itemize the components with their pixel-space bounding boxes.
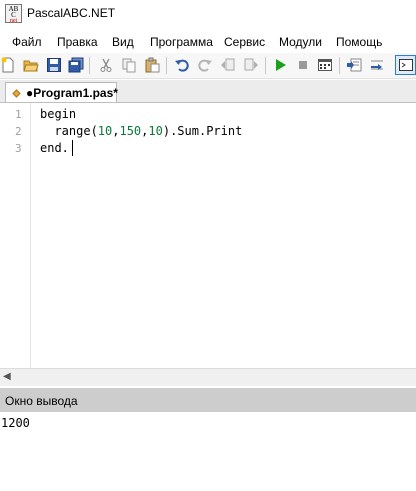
copy-icon[interactable] — [121, 57, 137, 73]
horizontal-scrollbar[interactable]: ◀ — [0, 368, 416, 386]
tab-label: ●Program1.pas* — [26, 86, 118, 100]
navigate-forward-icon[interactable] — [243, 57, 259, 73]
toolbar-separator — [265, 57, 266, 74]
output-panel[interactable]: 1200 — [0, 412, 416, 491]
pascal-app-icon: AB C net — [5, 4, 22, 24]
cut-icon[interactable] — [98, 57, 114, 73]
menu-program[interactable]: Программа — [150, 35, 213, 49]
scroll-left-arrow-icon[interactable]: ◀ — [3, 371, 11, 382]
compile-icon[interactable] — [317, 57, 333, 73]
code-editor[interactable]: 1 2 3 begin range(10,150,10).Sum.Print e… — [0, 103, 416, 368]
new-file-icon[interactable] — [0, 57, 16, 73]
number-literal: 10 — [148, 124, 163, 138]
undo-icon[interactable] — [174, 57, 190, 73]
step-in-icon[interactable] — [346, 57, 362, 73]
code-line-2: range(10,150,10).Sum.Print — [40, 124, 243, 138]
toolbar-separator — [339, 57, 340, 74]
modified-indicator-icon — [12, 89, 21, 98]
run-icon[interactable] — [272, 57, 288, 73]
paste-icon[interactable] — [144, 57, 160, 73]
menu-edit[interactable]: Правка — [57, 35, 98, 49]
save-all-icon[interactable] — [68, 57, 84, 73]
open-icon[interactable] — [23, 57, 39, 73]
menu-file[interactable]: Файл — [12, 35, 42, 49]
output-panel-header: Окно вывода — [0, 388, 416, 412]
save-icon[interactable] — [46, 57, 62, 73]
text-caret — [72, 140, 73, 156]
line-number: 1 — [15, 108, 22, 121]
title-bar: AB C net PascalABC.NET — [0, 0, 416, 28]
output-panel-title: Окно вывода — [5, 394, 78, 408]
tab-program1[interactable]: ●Program1.pas* — [5, 82, 118, 102]
toolbar — [0, 53, 416, 79]
menu-bar: Файл Правка Вид Программа Сервис Модули … — [0, 30, 416, 52]
menu-service[interactable]: Сервис — [224, 35, 265, 49]
stop-icon[interactable] — [295, 57, 311, 73]
redo-icon[interactable] — [197, 57, 213, 73]
line-number-gutter: 1 2 3 — [0, 103, 31, 368]
line-number: 3 — [15, 142, 22, 155]
step-over-icon[interactable] — [369, 57, 385, 73]
output-window-icon[interactable] — [395, 55, 416, 75]
navigate-back-icon[interactable] — [220, 57, 236, 73]
menu-view[interactable]: Вид — [112, 35, 134, 49]
number-literal: 150 — [119, 124, 142, 138]
code-line-1: begin — [40, 107, 77, 121]
number-literal: 10 — [97, 124, 113, 138]
menu-help[interactable]: Помощь — [336, 35, 382, 49]
toolbar-separator — [166, 57, 167, 74]
menu-modules[interactable]: Модули — [279, 35, 322, 49]
output-text: 1200 — [1, 416, 30, 430]
code-line-3: end. — [40, 141, 69, 155]
toolbar-separator — [89, 57, 90, 74]
editor-tab-strip: ●Program1.pas* — [0, 80, 416, 104]
window-title: PascalABC.NET — [27, 6, 116, 20]
line-number: 2 — [15, 125, 22, 138]
